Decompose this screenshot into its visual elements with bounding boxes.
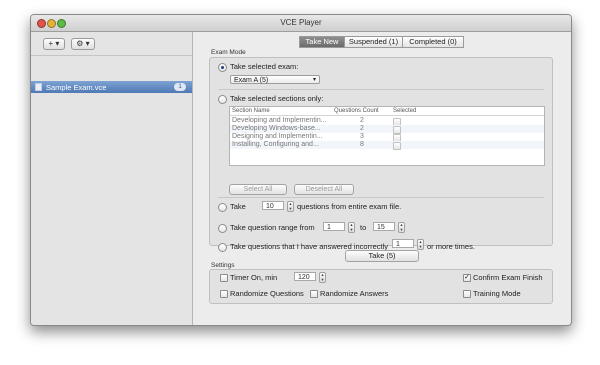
randomize-answers-label: Randomize Answers <box>320 289 389 298</box>
divider <box>218 197 544 198</box>
take-label: Take <box>230 202 246 211</box>
timer-minutes-stepper[interactable]: ▴ ▾ <box>319 272 326 283</box>
table-row[interactable]: Developing Windows-base... 2 <box>230 125 544 134</box>
table-row[interactable]: Installing, Configuring and... 8 <box>230 141 544 150</box>
take-selected-sections-label: Take selected sections only: <box>230 94 324 103</box>
questions-count-cell: 8 <box>360 141 364 148</box>
add-menu-button[interactable]: + ▾ <box>43 38 65 50</box>
exam-mode-label: Exam Mode <box>211 49 246 56</box>
randomize-questions-label: Randomize Questions <box>230 289 304 298</box>
incorrect-count-stepper[interactable]: ▴ ▾ <box>417 239 424 250</box>
question-count-field[interactable]: 10 <box>262 201 284 210</box>
incorrect-suffix-label: or more times. <box>427 242 475 251</box>
exam-mode-group: Take selected exam: Exam A (5) ▾ Take se… <box>209 57 553 252</box>
select-all-button[interactable]: Select All <box>229 184 287 195</box>
settings-label: Settings <box>211 262 235 269</box>
take-selected-exam-label: Take selected exam: <box>230 62 299 71</box>
table-header-divider <box>230 115 544 116</box>
section-name-cell: Developing and Implementin... <box>232 117 327 124</box>
timer-checkbox[interactable] <box>220 274 228 282</box>
take-selected-exam-radio[interactable] <box>218 63 227 72</box>
incorrect-questions-radio[interactable] <box>218 243 227 252</box>
settings-group: Timer On, min 120 ▴ ▾ ✓ Confirm Exam Fini… <box>209 269 553 304</box>
questions-count-cell: 2 <box>360 125 364 132</box>
sidebar: + ▾ ⚙ ▾ Sample Exam.vce 1 <box>31 32 193 325</box>
timer-label: Timer On, min <box>230 273 278 282</box>
section-name-cell: Designing and Implementin... <box>232 133 323 140</box>
sections-table: Section Name Questions Count Selected De… <box>229 106 545 166</box>
exam-count-badge: 1 <box>174 83 186 91</box>
sidebar-item-exam[interactable]: Sample Exam.vce 1 <box>31 81 192 93</box>
exam-select[interactable]: Exam A (5) ▾ <box>230 75 320 84</box>
timer-minutes-field[interactable]: 120 <box>294 272 316 281</box>
divider <box>218 89 544 90</box>
tab-suspended[interactable]: Suspended (1) <box>344 36 403 48</box>
section-name-cell: Installing, Configuring and... <box>232 141 319 148</box>
chevron-down-icon: ▾ <box>312 77 316 83</box>
range-to-field[interactable]: 15 <box>373 222 395 231</box>
take-n-questions-radio[interactable] <box>218 203 227 212</box>
take-exam-button[interactable]: Take (5) <box>345 250 419 262</box>
range-to-label: to <box>360 223 367 232</box>
questions-count-cell: 2 <box>360 117 364 124</box>
table-row[interactable]: Designing and Implementin... 3 <box>230 133 544 142</box>
training-mode-label: Training Mode <box>473 289 521 298</box>
section-selected-checkbox[interactable] <box>393 142 401 150</box>
confirm-exam-finish-label: Confirm Exam Finish <box>473 273 543 282</box>
take-selected-sections-radio[interactable] <box>218 95 227 104</box>
question-count-stepper[interactable]: ▴ ▾ <box>287 201 294 212</box>
app-window: VCE Player + ▾ ⚙ ▾ Sample Exam.vce 1 Tak… <box>30 14 572 326</box>
take-suffix-label: questions from entire exam file. <box>297 202 402 211</box>
sidebar-divider <box>31 55 192 56</box>
questions-count-cell: 3 <box>360 133 364 140</box>
table-row[interactable]: Developing and Implementin... 2 <box>230 117 544 126</box>
tab-completed[interactable]: Completed (0) <box>402 36 464 48</box>
column-header-section-name: Section Name <box>232 108 270 114</box>
randomize-answers-checkbox[interactable] <box>310 290 318 298</box>
title-bar: VCE Player <box>31 15 571 32</box>
section-name-cell: Developing Windows-base... <box>232 125 321 132</box>
range-to-stepper[interactable]: ▴ ▾ <box>398 222 405 233</box>
range-from-field[interactable]: 1 <box>323 222 345 231</box>
deselect-all-button[interactable]: Deselect All <box>294 184 354 195</box>
settings-menu-button[interactable]: ⚙ ▾ <box>71 38 95 50</box>
column-header-questions-count: Questions Count <box>334 108 379 114</box>
window-title: VCE Player <box>280 18 322 27</box>
confirm-exam-finish-checkbox[interactable]: ✓ <box>463 274 471 282</box>
question-range-radio[interactable] <box>218 224 227 233</box>
question-range-label: Take question range from <box>230 223 315 232</box>
training-mode-checkbox[interactable] <box>463 290 471 298</box>
document-icon <box>35 83 42 91</box>
exam-select-value: Exam A (5) <box>234 77 269 84</box>
exam-file-name: Sample Exam.vce <box>46 83 107 92</box>
tab-take-new[interactable]: Take New <box>299 36 345 48</box>
incorrect-count-field[interactable]: 1 <box>392 239 414 248</box>
column-header-selected: Selected <box>393 108 417 114</box>
randomize-questions-checkbox[interactable] <box>220 290 228 298</box>
range-from-stepper[interactable]: ▴ ▾ <box>348 222 355 233</box>
